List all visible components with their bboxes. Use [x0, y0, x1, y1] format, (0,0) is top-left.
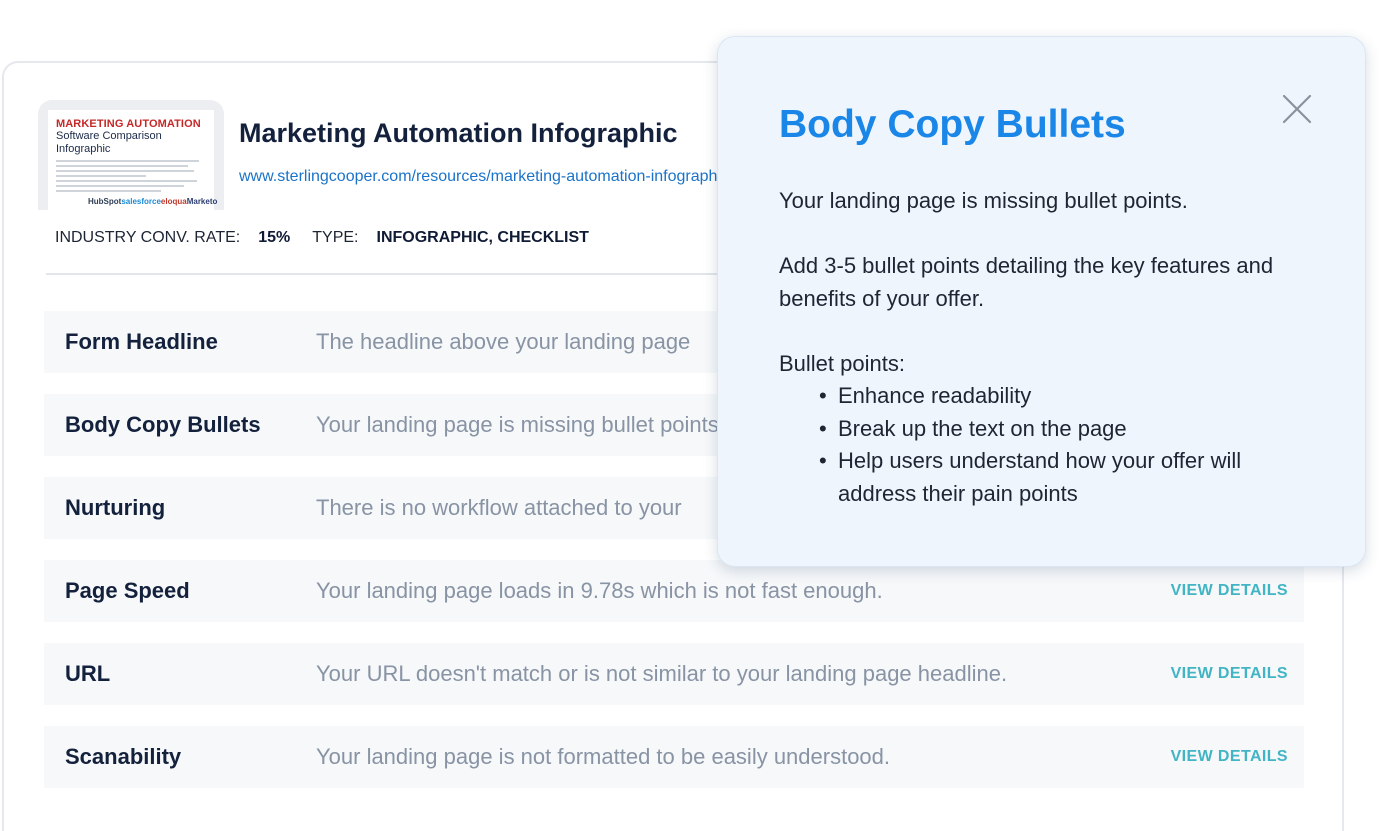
bullet-list: • Enhance readability • Break up the text … [779, 380, 1319, 510]
close-button[interactable] [1277, 89, 1317, 129]
row-description: The headline above your landing page [316, 329, 691, 354]
popover-paragraph: Add 3-5 bullet points detailing the key … [779, 253, 1274, 311]
salesforce-logo: salesforce [121, 197, 161, 206]
conv-rate-value: 15% [258, 229, 291, 246]
marketo-logo: Marketo [186, 197, 218, 206]
thumbnail-title: MARKETING AUTOMATION [56, 118, 201, 130]
view-details-button[interactable]: VIEW DETAILS [1171, 748, 1288, 766]
popover-title: Body Copy Bullets [779, 103, 1126, 146]
bullets-intro: Bullet points: [779, 350, 905, 376]
row-description: There is no workflow attached to your [316, 495, 682, 520]
popover-body: Your landing page is missing bullet poin… [779, 185, 1319, 510]
row-label: Nurturing [65, 495, 166, 520]
row-description: Your landing page loads in 9.78s which i… [316, 578, 883, 603]
popover-paragraph: Your landing page is missing bullet poin… [779, 188, 1188, 213]
offer-meta: INDUSTRY CONV. RATE: 15% TYPE: INFOGRAPH… [55, 229, 611, 247]
thumbnail-logos: HubSpot salesforce eloqua Marketo [88, 197, 217, 206]
checklist-row-url[interactable]: URL Your URL doesn't match or is not sim… [44, 643, 1304, 705]
row-description: Your landing page is not formatted to be… [316, 744, 891, 769]
eloqua-logo: eloqua [160, 197, 187, 206]
row-label: Scanability [65, 744, 182, 769]
bullet-item: • Help users understand how your offer wi… [819, 448, 1242, 506]
thumbnail-image: MARKETING AUTOMATION Software Comparison… [48, 110, 217, 210]
offer-title: Marketing Automation Infographic [239, 118, 678, 148]
row-label: Form Headline [65, 329, 218, 354]
bullet-item: • Enhance readability [819, 383, 1032, 408]
thumbnail-subtitle: Software Comparison Infographic [56, 130, 162, 155]
row-label: Body Copy Bullets [65, 412, 261, 437]
view-details-button[interactable]: VIEW DETAILS [1171, 665, 1288, 683]
row-label: URL [65, 661, 111, 686]
row-description: Your URL doesn't match or is not similar… [316, 661, 1008, 686]
divider [46, 273, 746, 275]
bullet-item: • Break up the text on the page [819, 415, 1127, 441]
checklist-row-scanability[interactable]: Scanability Your landing page is not for… [44, 726, 1304, 788]
row-label: Page Speed [65, 578, 190, 603]
conv-rate-label: INDUSTRY CONV. RATE: [55, 229, 241, 246]
details-popover: Body Copy Bullets Your landing page is m… [717, 36, 1366, 567]
checklist-row-page-speed[interactable]: Page Speed Your landing page loads in 9.… [44, 560, 1304, 622]
type-label: TYPE: [312, 229, 359, 246]
offer-url-link[interactable]: www.sterlingcooper.com/resources/marketi… [239, 168, 719, 186]
view-details-button[interactable]: VIEW DETAILS [1171, 582, 1288, 600]
close-icon [1282, 94, 1312, 124]
row-description: Your landing page is missing bullet poin… [316, 412, 725, 437]
thumbnail-text-lines [56, 160, 206, 192]
type-value: INFOGRAPHIC, CHECKLIST [376, 229, 589, 246]
offer-thumbnail: MARKETING AUTOMATION Software Comparison… [38, 100, 224, 210]
hubspot-logo: HubSpot [88, 197, 122, 206]
